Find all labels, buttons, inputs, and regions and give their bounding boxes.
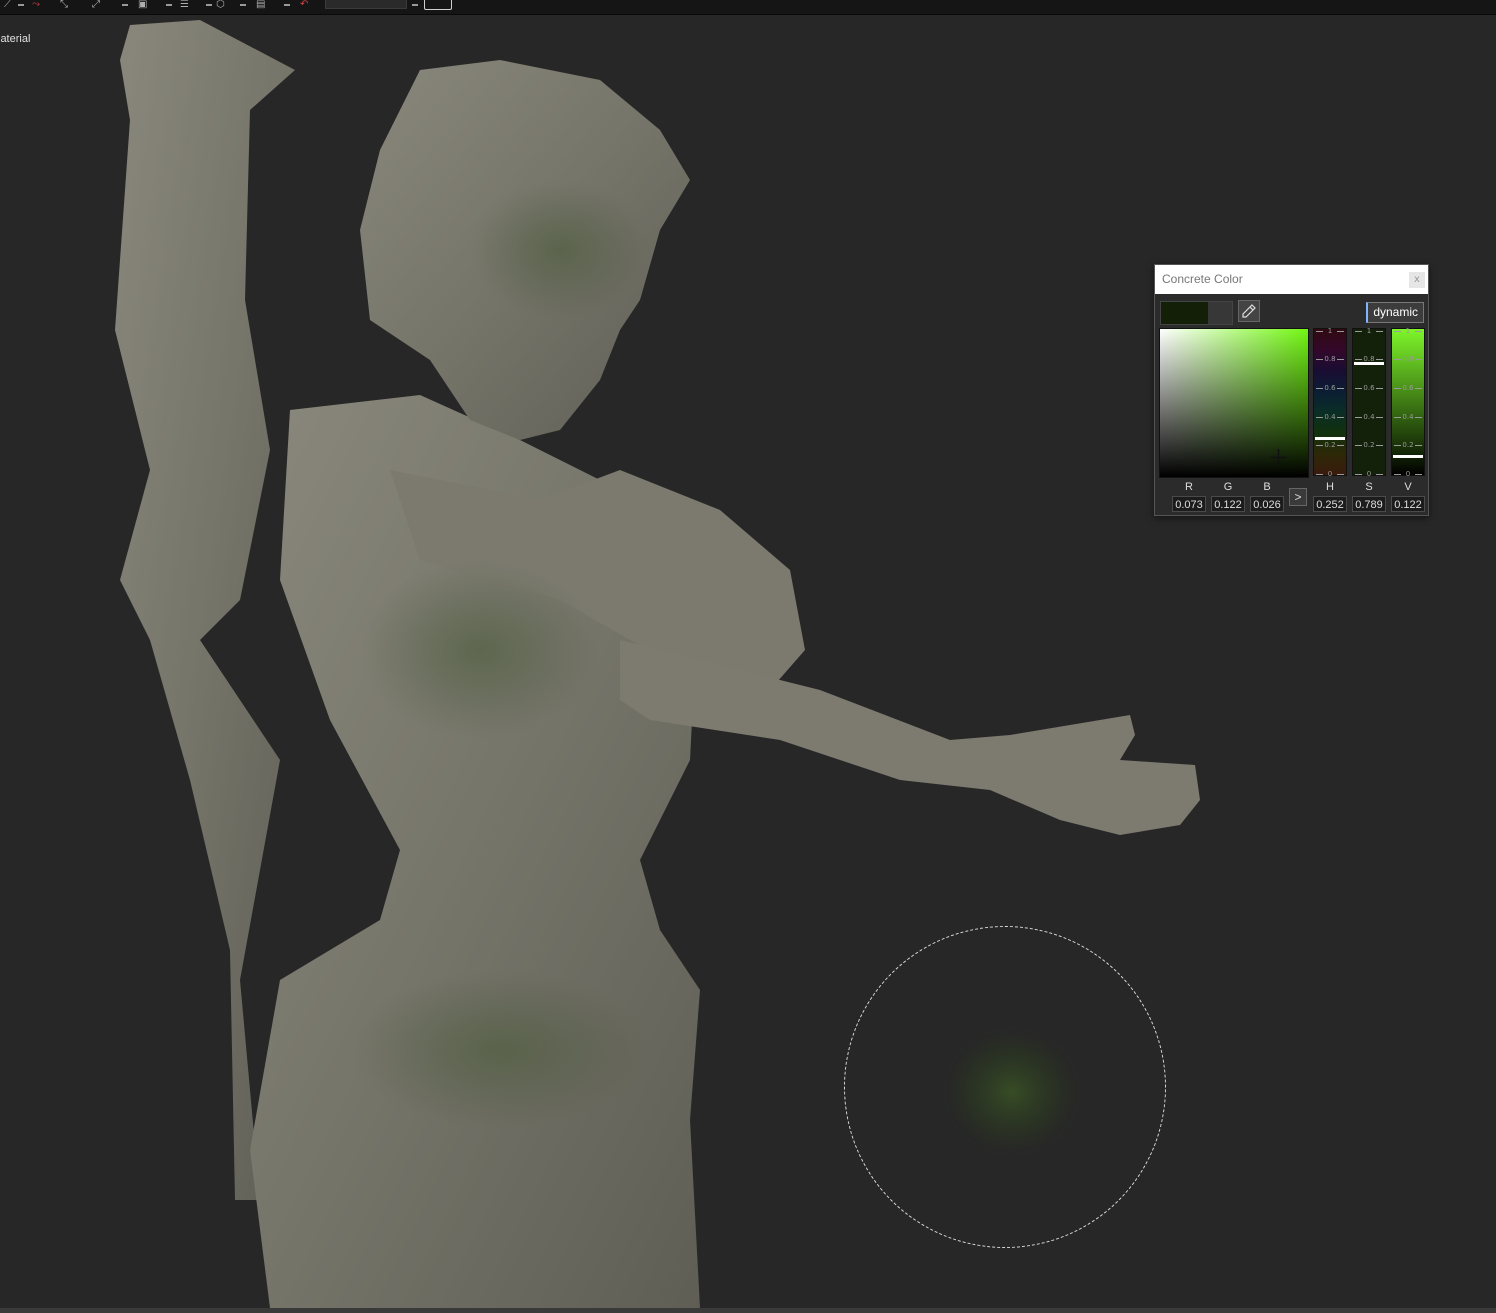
hue-tick-label: 1: [1314, 327, 1346, 336]
object-mode-icon[interactable]: ▣: [138, 0, 147, 10]
toolbar-value-field[interactable]: [325, 0, 407, 9]
saturation-tick-label: 0.6: [1353, 384, 1385, 393]
toolbar-separator: [18, 4, 24, 6]
saturation-tick-label: 0: [1353, 470, 1385, 479]
blue-label: B: [1263, 481, 1271, 493]
eyedropper-icon: [1242, 304, 1256, 318]
value-label: V: [1404, 481, 1412, 493]
hue-tick-label: 0.2: [1314, 441, 1346, 450]
color-picker-panel[interactable]: Concrete Color x dynamic 1 0.8 0.6 0.4 0…: [1154, 264, 1429, 516]
hue-tick-label: 0.4: [1314, 413, 1346, 422]
axis-tool-icon[interactable]: ⤢: [92, 0, 100, 10]
eyedropper-button[interactable]: [1238, 300, 1260, 322]
previous-color-swatch[interactable]: [1208, 301, 1233, 325]
color-picker-title[interactable]: Concrete Color: [1155, 265, 1428, 294]
value-slider[interactable]: 1 0.8 0.6 0.4 0.2 0: [1391, 327, 1425, 479]
toolbar-toggle-button[interactable]: [424, 0, 452, 10]
saturation-tick-label: 1: [1353, 327, 1385, 336]
statue-model[interactable]: [0, 0, 1496, 1313]
select-tool-icon[interactable]: ⟋: [4, 0, 11, 10]
red-value-field[interactable]: 0.073: [1172, 496, 1206, 512]
hue-tick-label: 0: [1314, 470, 1346, 479]
cube-tool-icon[interactable]: ⬡: [216, 0, 225, 10]
saturation-slider[interactable]: 1 0.8 0.6 0.4 0.2 0: [1352, 327, 1386, 479]
expand-arrow-button[interactable]: >: [1289, 488, 1307, 506]
viewport-label: laterial: [0, 33, 31, 45]
saturation-label: S: [1365, 481, 1373, 493]
curve-tool-icon[interactable]: ⤳: [32, 0, 40, 10]
value-tick-label: 1: [1392, 327, 1424, 336]
green-value-field[interactable]: 0.122: [1211, 496, 1245, 512]
blue-value-field[interactable]: 0.026: [1250, 496, 1284, 512]
green-label: G: [1223, 481, 1233, 493]
value-value-field[interactable]: 0.122: [1391, 496, 1425, 512]
toolbar-separator: [166, 4, 172, 6]
saturation-marker[interactable]: [1354, 361, 1384, 365]
saturation-tick-label: 0.2: [1353, 441, 1385, 450]
hue-tick-label: 0.6: [1314, 384, 1346, 393]
crosshair-icon: [1270, 449, 1287, 466]
toolbar-separator: [206, 4, 212, 6]
hue-slider[interactable]: 1 0.8 0.6 0.4 0.2 0: [1313, 327, 1347, 479]
saturation-value-square[interactable]: [1159, 328, 1309, 478]
value-tick-label: 0.8: [1392, 355, 1424, 364]
hue-marker[interactable]: [1315, 436, 1345, 440]
hue-label: H: [1326, 481, 1334, 493]
saturation-value-field[interactable]: 0.789: [1352, 496, 1386, 512]
value-tick-label: 0.6: [1392, 384, 1424, 393]
image-tool-icon[interactable]: ▤: [256, 0, 265, 10]
value-tick-label: 0.2: [1392, 441, 1424, 450]
bottom-status-bar: [0, 1308, 1496, 1313]
toolbar-separator: [412, 4, 418, 6]
transform-tool-icon[interactable]: ⤡: [60, 0, 68, 10]
value-tick-label: 0.4: [1392, 413, 1424, 422]
red-label: R: [1185, 481, 1193, 493]
stack-tool-icon[interactable]: ☰: [180, 0, 189, 10]
undo-icon[interactable]: ↶: [300, 0, 308, 10]
dynamic-mode-button[interactable]: dynamic: [1366, 302, 1424, 323]
saturation-tick-label: 0.4: [1353, 413, 1385, 422]
value-tick-label: 0: [1392, 470, 1424, 479]
brush-stamp-preview: [937, 1022, 1087, 1162]
hue-tick-label: 0.8: [1314, 355, 1346, 364]
toolbar-separator: [122, 4, 128, 6]
hue-value-field[interactable]: 0.252: [1313, 496, 1347, 512]
value-marker[interactable]: [1393, 454, 1423, 458]
close-button[interactable]: x: [1409, 272, 1425, 288]
top-toolbar: ⟋ ⤳ ⤡ ⤢ ▣ ☰ ⬡ ▤ ↶: [0, 0, 1496, 15]
current-color-swatch: [1160, 301, 1210, 325]
toolbar-separator: [240, 4, 246, 6]
toolbar-separator: [284, 4, 290, 6]
